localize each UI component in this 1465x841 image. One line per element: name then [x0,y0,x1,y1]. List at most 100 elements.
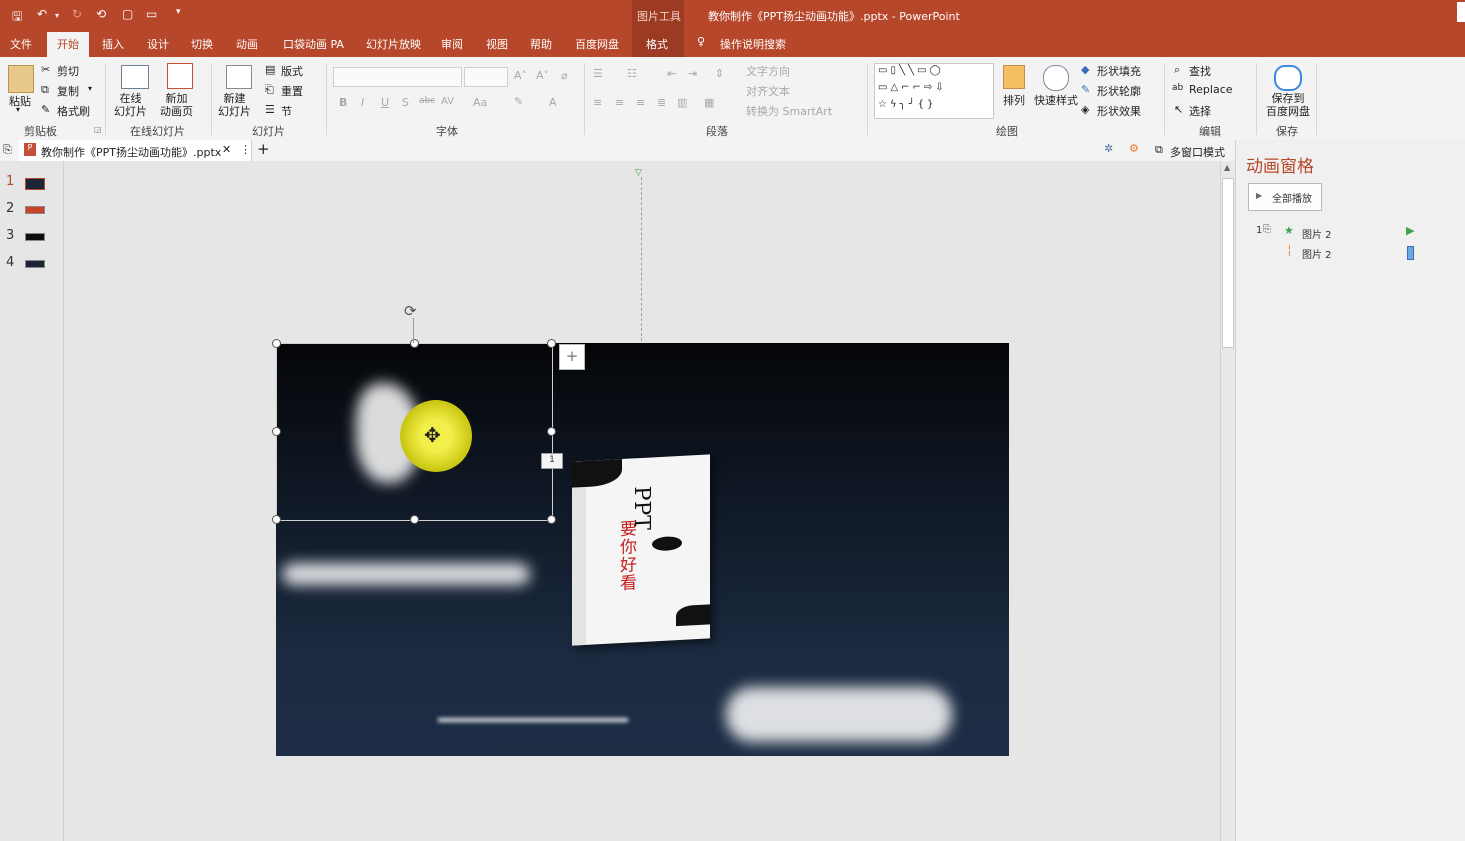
undo-dropdown-icon[interactable]: ▾ [55,11,59,20]
document-tab[interactable]: P 教你制作《PPT扬尘动画功能》.pptx ✕ ⋮ [19,140,252,161]
tab-menu-icon[interactable]: ⋮ [240,143,251,156]
animation-pane-title: 动画窗格 [1246,157,1314,177]
start-slideshow-icon[interactable]: ⟲ [96,7,106,21]
animation-item[interactable]: ╎ 图片 2 [1256,244,1456,262]
copy-button[interactable]: 复制 [57,83,79,99]
new-file-icon[interactable]: ▢ [122,7,133,21]
selection-frame[interactable] [276,343,553,521]
play-all-button[interactable]: ▶ 全部播放 [1248,183,1322,211]
resize-handle[interactable] [410,515,419,524]
slide-thumbnail[interactable] [25,260,45,268]
save-to-baidu-button[interactable]: 保存到 百度网盘 [1266,92,1310,118]
format-painter-button[interactable]: 格式刷 [57,103,90,119]
cut-button[interactable]: 剪切 [57,63,79,79]
gear-icon[interactable]: ⚙ [1129,142,1139,155]
arrange-button[interactable]: 排列 [1003,92,1025,108]
resize-handle[interactable] [272,339,281,348]
slide-thumbnail[interactable] [25,178,45,190]
decrease-indent-icon: ⇤ [667,67,677,80]
clipboard-launcher-icon[interactable]: ◲ [94,125,102,134]
new-slide-icon[interactable] [226,65,252,89]
divider [1316,63,1317,135]
animation-item[interactable]: 1 ⎘ ★ 图片 2 ▶ [1256,224,1456,242]
line-spacing-icon: ⇕ [715,67,725,80]
rotate-handle-icon[interactable]: ⟳ [404,302,417,320]
tab-home[interactable]: 开始 [57,36,79,52]
book-cover-image[interactable]: PPT 要你好看 [572,454,710,646]
divider [211,63,212,135]
tab-transitions[interactable]: 切换 [191,36,213,52]
new-anim-page-icon[interactable] [167,63,193,89]
quick-styles-icon[interactable] [1043,65,1069,91]
resize-handle[interactable] [547,427,556,436]
new-anim-page-button[interactable]: 新加 动画页 [160,92,193,118]
undo-icon[interactable]: ↶ [37,7,47,21]
animation-pane: 动画窗格 ▶ 全部播放 1 ⎘ ★ 图片 2 ▶ ╎ 图片 2 [1235,140,1465,841]
paste-dropdown-icon[interactable]: ▾ [16,105,20,114]
settings-sparkle-icon[interactable]: ✲ [1104,142,1113,155]
slide-number: 2 [6,201,15,216]
lightbulb-icon: ♀ [697,35,706,48]
quick-styles-button[interactable]: 快速样式 [1034,92,1078,108]
tab-slideshow[interactable]: 幻灯片放映 [366,36,421,52]
divider [1256,63,1257,135]
align-right-icon: ≡ [636,96,646,109]
shapes-gallery[interactable]: ▭▯╲╲▭◯ ▭△⌐⌐⇨⇩ ☆ϟ╮╯{} [874,63,994,119]
resize-handle[interactable] [547,515,556,524]
replace-button[interactable]: Replace [1189,83,1233,96]
tab-view[interactable]: 视图 [486,36,508,52]
copy-dropdown-icon[interactable]: ▾ [88,84,92,93]
text-direction-button: 文字方向 [746,65,790,78]
slide-number: 1 [6,174,15,189]
divider [326,63,327,135]
tab-animations[interactable]: 动画 [236,36,258,52]
multi-window-button[interactable]: 多窗口模式 [1170,144,1225,160]
find-button[interactable]: 查找 [1189,63,1211,79]
open-file-icon[interactable]: ▭ [146,7,157,21]
slides-group-label: 幻灯片 [252,125,285,138]
new-slide-button[interactable]: 新建 幻灯片 [218,92,251,118]
close-tab-icon[interactable]: ✕ [222,143,231,156]
tab-design[interactable]: 设计 [147,36,169,52]
paste-icon[interactable] [8,65,34,93]
tab-file[interactable]: 文件 [10,36,32,52]
tab-insert[interactable]: 插入 [102,36,124,52]
shape-effects-button[interactable]: 形状效果 [1097,103,1141,119]
shape-fill-button[interactable]: 形状填充 [1097,63,1141,79]
save-icon[interactable]: 🖫 [12,7,22,28]
tab-review[interactable]: 审阅 [441,36,463,52]
tab-baidu[interactable]: 百度网盘 [575,36,619,52]
tab-format[interactable]: 格式 [646,36,668,52]
scroll-up-icon[interactable]: ▲ [1224,163,1230,172]
shape-fill-icon: ◆ [1081,63,1090,76]
font-size-combo[interactable] [464,67,508,87]
tell-me-search[interactable]: 操作说明搜索 [720,36,786,52]
select-button[interactable]: 选择 [1189,103,1211,119]
layout-button[interactable]: 版式 [281,63,303,79]
resize-handle[interactable] [410,339,419,348]
shape-effects-icon: ◈ [1081,103,1090,116]
reset-button[interactable]: 重置 [281,83,303,99]
section-button[interactable]: 节 [281,103,292,119]
tab-help[interactable]: 帮助 [530,36,552,52]
online-slide-icon[interactable] [121,65,149,89]
tab-pocket-animation[interactable]: 口袋动画 PA [283,36,344,52]
font-name-combo[interactable] [333,67,462,87]
baidu-cloud-icon[interactable] [1274,65,1302,91]
layout-options-icon[interactable]: + [559,344,585,370]
arrange-icon[interactable] [1003,65,1025,89]
new-tab-icon[interactable]: + [257,140,270,158]
slide-thumbnail[interactable] [25,206,45,214]
customize-qat-icon[interactable]: ▾ [176,7,181,17]
doc-nav-icon[interactable]: ⎘ [3,143,12,157]
timing-bar-icon: ▶ [1406,224,1415,237]
animation-order-badge[interactable]: 1 [541,453,563,469]
smoke-streak [282,563,530,585]
slide-thumbnail[interactable] [25,233,45,241]
resize-handle[interactable] [272,427,281,436]
resize-handle[interactable] [272,515,281,524]
resize-handle[interactable] [547,339,556,348]
scrollbar-thumb[interactable] [1222,178,1234,348]
shape-outline-button[interactable]: 形状轮廓 [1097,83,1141,99]
online-slide-button[interactable]: 在线 幻灯片 [114,92,147,118]
